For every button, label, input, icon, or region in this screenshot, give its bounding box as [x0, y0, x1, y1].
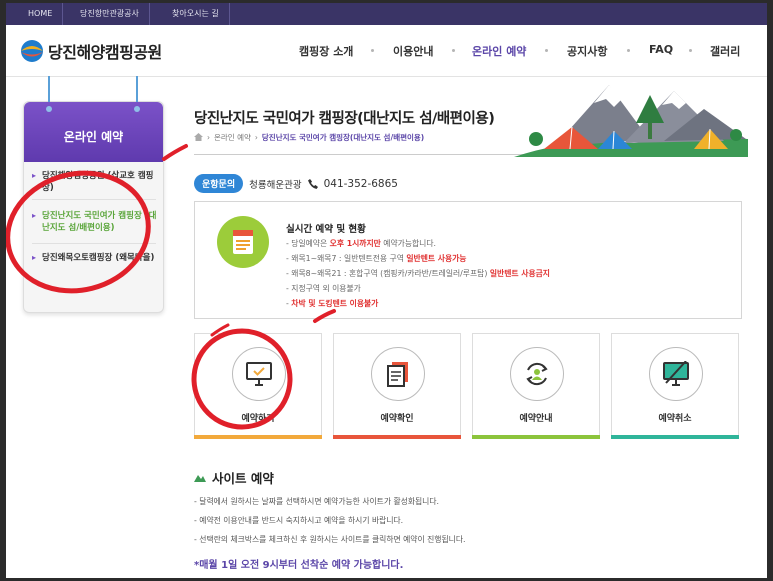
directions-link[interactable]: 찾아오시는 길 — [162, 3, 230, 25]
site-header: 당진해양캠핑공원 캠핑장 소개 이용안내 온라인 예약 공지사항 FAQ 갤러리 — [6, 25, 767, 77]
nav-gallery[interactable]: 갤러리 — [710, 43, 740, 61]
ferry-phone: 041-352-6865 — [323, 177, 398, 190]
nav-separator — [545, 49, 548, 52]
breadcrumb-separator-icon: › — [254, 133, 258, 142]
sidebar-menu: 온라인 예약 ▸ 당진해양캠핑공원 (삽교호 캠핑장) ▸ 당진난지도 국민여가… — [23, 76, 164, 313]
nav-camping-intro[interactable]: 캠핑장 소개 — [299, 43, 353, 61]
realtime-status-box: 실시간 예약 및 현황 - 당일예약은 오후 1시까지만 예약가능합니다. - … — [194, 201, 742, 319]
sidebar-divider — [32, 199, 156, 200]
nav-usage-guide[interactable]: 이용안내 — [393, 43, 433, 61]
nav-separator — [627, 49, 630, 52]
check-reservation-card[interactable]: 예약확인 — [333, 333, 461, 439]
home-link[interactable]: HOME — [18, 3, 64, 25]
calendar-icon — [217, 216, 269, 268]
realtime-rule-designated: - 지정구역 외 이용불가 — [286, 284, 361, 293]
realtime-rule-carcamping: - 차박 및 도킹텐트 이용불가 — [286, 299, 379, 308]
port-tourism-link[interactable]: 당진항만관광공사 — [70, 3, 150, 25]
chevron-right-icon: ▸ — [32, 253, 37, 262]
ferry-inquiry-badge: 운항문의 — [194, 174, 244, 193]
realtime-rule-sameday: - 당일예약은 오후 1시까지만 예약가능합니다. — [286, 239, 436, 248]
nav-online-reservation[interactable]: 온라인 예약 — [472, 43, 526, 61]
marker-stroke — [162, 144, 188, 161]
realtime-rule-zone1: - 왜목1~왜목7 : 일반텐트전용 구역 일반텐트 사용가능 — [286, 254, 467, 263]
page-title: 당진난지도 국민여가 캠핑장(대난지도 섬/배편이용) — [194, 111, 495, 127]
home-icon[interactable] — [194, 132, 203, 143]
campsite-illustration — [514, 85, 748, 157]
chevron-right-icon: ▸ — [32, 171, 37, 180]
breadcrumb-separator-icon: › — [207, 133, 210, 142]
sidebar-item-waemok[interactable]: ▸ 당진왜목오토캠핑장 (왜목마을) — [32, 252, 158, 264]
ferry-contact: 운항문의 청룡해운관광 041-352-6865 — [194, 174, 398, 193]
mountain-icon — [194, 470, 206, 485]
site-instruction: - 달력에서 원하시는 날짜를 선택하시면 예약가능한 사이트가 활성화됩니다. — [194, 497, 440, 506]
logo-emblem-icon — [20, 39, 44, 63]
chevron-right-icon: ▸ — [32, 211, 37, 220]
phone-icon — [307, 174, 318, 193]
realtime-rule-zone2: - 왜목8~왜목21 : 혼합구역 (캠핑카/카라반/트레일러/루프탑) 일반텐… — [286, 269, 550, 278]
card-accent-bar — [611, 435, 739, 439]
hanger-dot — [46, 106, 52, 112]
cancel-reservation-card[interactable]: 예약취소 — [611, 333, 739, 439]
sidebar-title: 온라인 예약 — [63, 130, 124, 144]
sidebar-divider — [32, 243, 156, 244]
sidebar-header: 온라인 예약 — [24, 102, 163, 162]
breadcrumb-current: 당진난지도 국민여가 캠핑장(대난지도 섬/배편이용) — [261, 133, 425, 142]
reserve-card[interactable]: 예약하기 — [194, 333, 322, 439]
check-reservation-label: 예약확인 — [380, 414, 414, 424]
realtime-title: 실시간 예약 및 현황 — [286, 224, 366, 235]
breadcrumb-item[interactable]: 온라인 예약 — [214, 132, 251, 143]
sidebar-item-label: 당진왜목오토캠핑장 (왜목마을) — [42, 253, 155, 263]
breadcrumb: › 온라인 예약 › 당진난지도 국민여가 캠핑장(대난지도 섬/배편이용) — [194, 132, 424, 143]
sidebar-item-label: 당진해양캠핑공원 (삽교호 캠핑장) — [42, 171, 154, 193]
site-instruction: - 선택란의 체크박스를 체크하신 후 원하시는 사이트를 클릭하면 예약이 진… — [194, 535, 466, 544]
monthly-open-notice: *매월 1일 오전 9시부터 선착순 예약 가능합니다. — [194, 560, 404, 571]
monitor-cancel-icon — [649, 347, 703, 401]
reservation-guide-label: 예약안내 — [519, 414, 553, 424]
reservation-guide-card[interactable]: 예약안내 — [472, 333, 600, 439]
site-logo[interactable]: 당진해양캠핑공원 — [20, 39, 162, 63]
cancel-reservation-label: 예약취소 — [658, 414, 692, 424]
ferry-agency: 청룡해운관광 — [249, 179, 302, 191]
nav-separator — [452, 49, 455, 52]
card-accent-bar — [472, 435, 600, 439]
reserve-card-label: 예약하기 — [241, 414, 275, 424]
browser-viewport: HOME 당진항만관광공사 찾아오시는 길 당진해양캠핑공원 캠핑장 소개 이용… — [6, 3, 767, 578]
nav-separator — [371, 49, 374, 52]
site-reservation-heading: 사이트 예약 — [194, 468, 274, 487]
nav-separator — [689, 49, 692, 52]
logo-text: 당진해양캠핑공원 — [48, 43, 162, 62]
sidebar-item-nanjido[interactable]: ▸ 당진난지도 국민여가 캠핑장 (대난지도 섬/배편이용) — [32, 210, 158, 234]
site-reservation-title: 사이트 예약 — [212, 471, 274, 486]
top-utility-bar: HOME 당진항만관광공사 찾아오시는 길 — [6, 3, 767, 25]
sidebar-item-sapgyoho[interactable]: ▸ 당진해양캠핑공원 (삽교호 캠핑장) — [32, 170, 158, 194]
document-icon — [371, 347, 425, 401]
nav-faq[interactable]: FAQ — [649, 43, 673, 61]
nav-notice[interactable]: 공지사항 — [567, 43, 607, 61]
person-cycle-icon — [510, 347, 564, 401]
hanger-dot — [134, 106, 140, 112]
monitor-check-icon — [232, 347, 286, 401]
sidebar-item-label: 당진난지도 국민여가 캠핑장 (대난지도 섬/배편이용) — [42, 211, 157, 233]
card-accent-bar — [194, 435, 322, 439]
card-accent-bar — [333, 435, 461, 439]
site-instruction: - 예약전 이용안내를 반드시 숙지하시고 예약을 하시기 바랍니다. — [194, 516, 404, 525]
